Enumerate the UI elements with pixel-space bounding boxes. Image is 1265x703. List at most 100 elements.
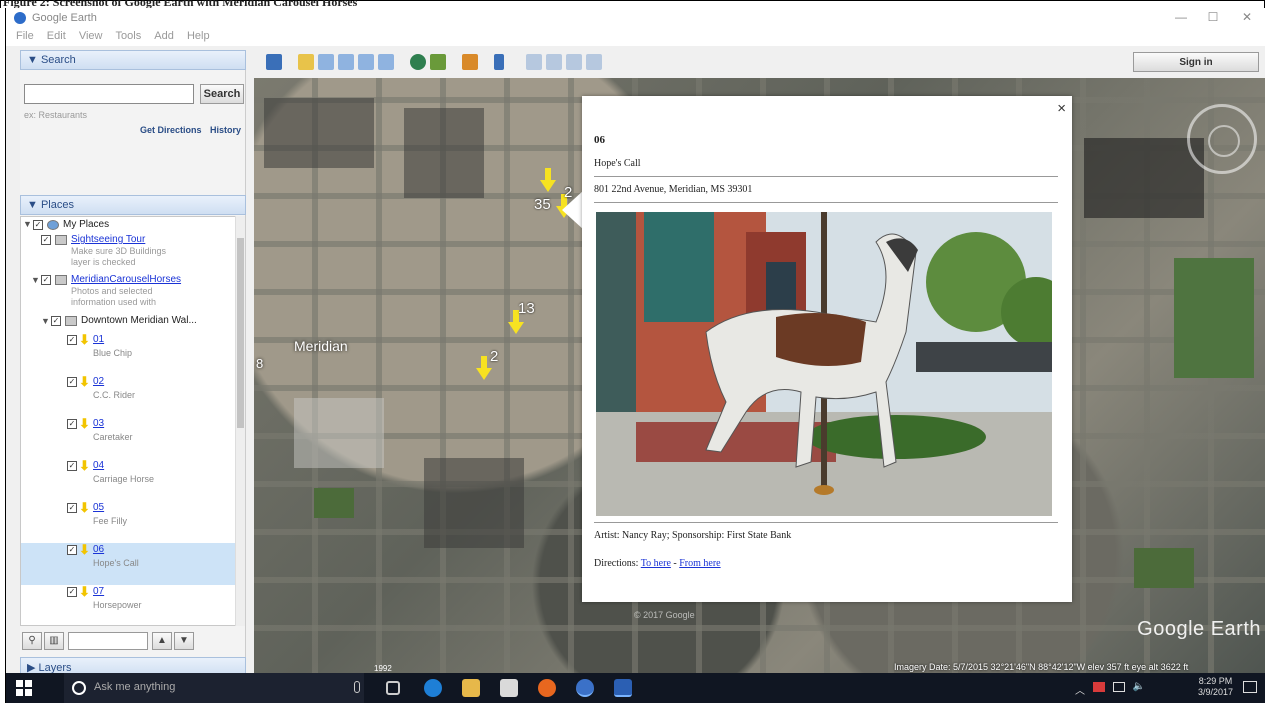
google-earth-taskbar-icon[interactable] — [576, 679, 594, 697]
add-overlay-icon[interactable] — [358, 54, 374, 70]
add-path-icon[interactable] — [338, 54, 354, 70]
network-icon[interactable] — [1113, 682, 1125, 692]
checkbox-icon[interactable]: ✓ — [67, 587, 77, 597]
placemark-number-link[interactable]: 07 — [93, 586, 104, 597]
record-tour-icon[interactable] — [378, 54, 394, 70]
print-icon[interactable] — [546, 54, 562, 70]
close-window-button[interactable]: ✕ — [1239, 10, 1255, 24]
checkbox-icon[interactable]: ✓ — [41, 235, 51, 245]
menu-tools[interactable]: Tools — [116, 30, 142, 42]
map-placemark-pin[interactable] — [540, 168, 556, 192]
map-placemark-pin[interactable] — [508, 310, 524, 334]
from-here-link[interactable]: From here — [679, 558, 720, 569]
ruler-icon[interactable] — [494, 54, 504, 70]
checkbox-icon[interactable]: ✓ — [67, 377, 77, 387]
search-panel-header[interactable]: ▼ Search — [20, 50, 246, 70]
collapse-icon[interactable]: ▼ — [31, 275, 40, 285]
sign-in-button[interactable]: Sign in — [1133, 52, 1259, 72]
placemark-number-link[interactable]: 03 — [93, 418, 104, 429]
view-in-maps-icon[interactable] — [586, 54, 602, 70]
placemark-number-link[interactable]: 04 — [93, 460, 104, 471]
placemark-number-link[interactable]: 06 — [93, 544, 104, 555]
tree-label-downtown[interactable]: Downtown Meridian Wal... — [81, 315, 197, 326]
menu-help[interactable]: Help — [187, 30, 210, 42]
menu-file[interactable]: File — [16, 30, 34, 42]
folder-icon — [65, 316, 77, 326]
tree-row-meridian-carousel[interactable]: ▼ ✓ MeridianCarouselHorses Photos and se… — [21, 273, 237, 313]
tree-row-sightseeing[interactable]: ✓ Sightseeing Tour Make sure 3D Building… — [21, 233, 237, 273]
checkbox-icon[interactable]: ✓ — [67, 503, 77, 513]
planets-icon[interactable] — [462, 54, 478, 70]
placemark-number-link[interactable]: 05 — [93, 502, 104, 513]
checkbox-icon[interactable]: ✓ — [67, 461, 77, 471]
tree-row-downtown[interactable]: ▼ ✓ Downtown Meridian Wal... — [21, 313, 237, 331]
get-directions-link[interactable]: Get Directions — [140, 125, 202, 135]
edge-browser-icon[interactable] — [424, 679, 442, 697]
task-view-icon[interactable] — [386, 681, 400, 695]
maximize-button[interactable]: ☐ — [1205, 10, 1221, 24]
tree-row-placemark[interactable]: ✓ ⬇ 02 C.C. Rider — [21, 375, 237, 417]
history-link[interactable]: History — [210, 125, 241, 135]
taskbar-clock[interactable]: 8:29 PM 3/9/2017 — [1198, 676, 1233, 698]
checkbox-icon[interactable]: ✓ — [51, 316, 61, 326]
balloon-close-button[interactable]: × — [1057, 100, 1066, 117]
placemark-number-link[interactable]: 02 — [93, 376, 104, 387]
tree-row-placemark[interactable]: ✓ ⬇ 03 Caretaker — [21, 417, 237, 459]
sunlight-icon[interactable] — [430, 54, 446, 70]
tray-up-arrow-icon[interactable]: ︿ — [1075, 682, 1085, 697]
menu-edit[interactable]: Edit — [47, 30, 66, 42]
collapse-icon[interactable]: ▼ — [41, 316, 50, 326]
checkbox-icon[interactable]: ✓ — [67, 545, 77, 555]
sidebar-toggle-icon[interactable] — [266, 54, 282, 70]
tree-row-placemark[interactable]: ✓ ⬇ 05 Fee Filly — [21, 501, 237, 543]
up-arrow-icon[interactable]: ▲ — [152, 632, 172, 650]
places-filter-input[interactable] — [68, 632, 148, 650]
places-panel-header[interactable]: ▼ Places — [20, 195, 246, 215]
tree-row-placemark[interactable]: ✓ ⬇ 04 Carriage Horse — [21, 459, 237, 501]
tree-row-my-places[interactable]: ▼ ✓ My Places — [21, 217, 237, 233]
tree-label-my-places[interactable]: My Places — [63, 219, 109, 230]
tree-row-placemark[interactable]: ✓ ⬇ 01 Blue Chip — [21, 333, 237, 375]
to-here-link[interactable]: To here — [641, 558, 671, 569]
checkbox-icon[interactable]: ✓ — [67, 419, 77, 429]
tree-link-meridian-carousel[interactable]: MeridianCarouselHorses — [71, 274, 181, 285]
checkbox-icon[interactable]: ✓ — [41, 275, 51, 285]
places-scrollbar[interactable] — [235, 216, 245, 626]
tree-link-sightseeing[interactable]: Sightseeing Tour — [71, 234, 145, 245]
volume-icon[interactable]: 🔈 — [1133, 681, 1145, 692]
tray-app-icon[interactable] — [1093, 682, 1105, 692]
windows-start-icon[interactable] — [16, 680, 32, 696]
save-image-icon[interactable] — [566, 54, 582, 70]
panel-toggle-icon[interactable]: ▥ — [44, 632, 64, 650]
firefox-icon[interactable] — [538, 679, 556, 697]
collapse-icon[interactable]: ▼ — [23, 219, 32, 229]
email-icon[interactable] — [526, 54, 542, 70]
action-center-icon[interactable] — [1243, 681, 1257, 693]
search-places-icon[interactable]: ⚲ — [22, 632, 42, 650]
document-caption-strip: Figure 2: Screenshot of Google Earth wit… — [0, 0, 1265, 9]
search-input[interactable] — [24, 84, 194, 104]
down-arrow-icon[interactable]: ▼ — [174, 632, 194, 650]
add-placemark-icon[interactable] — [298, 54, 314, 70]
balloon-divider — [594, 202, 1058, 203]
word-icon[interactable] — [614, 679, 632, 697]
tree-row-placemark[interactable]: ✓ ⬇ 07 Horsepower — [21, 585, 237, 625]
historical-imagery-icon[interactable] — [410, 54, 426, 70]
taskbar-search-box[interactable]: Ask me anything — [64, 673, 364, 703]
menu-add[interactable]: Add — [154, 30, 174, 42]
store-icon[interactable] — [500, 679, 518, 697]
tree-row-placemark-selected[interactable]: ✓ ⬇ 06 Hope's Call — [21, 543, 237, 585]
map-placemark-pin[interactable] — [476, 356, 492, 380]
scrollbar-thumb[interactable] — [237, 238, 244, 428]
file-explorer-icon[interactable] — [462, 679, 480, 697]
minimize-button[interactable]: — — [1173, 10, 1189, 24]
menu-view[interactable]: View — [79, 30, 103, 42]
checkbox-icon[interactable]: ✓ — [33, 220, 43, 230]
search-button[interactable]: Search — [200, 84, 244, 104]
navigation-compass-icon[interactable] — [1187, 104, 1257, 174]
checkbox-icon[interactable]: ✓ — [67, 335, 77, 345]
title-bar: Google Earth — ☐ ✕ — [6, 8, 1265, 28]
placemark-number-link[interactable]: 01 — [93, 334, 104, 345]
microphone-icon[interactable] — [354, 681, 360, 693]
add-polygon-icon[interactable] — [318, 54, 334, 70]
